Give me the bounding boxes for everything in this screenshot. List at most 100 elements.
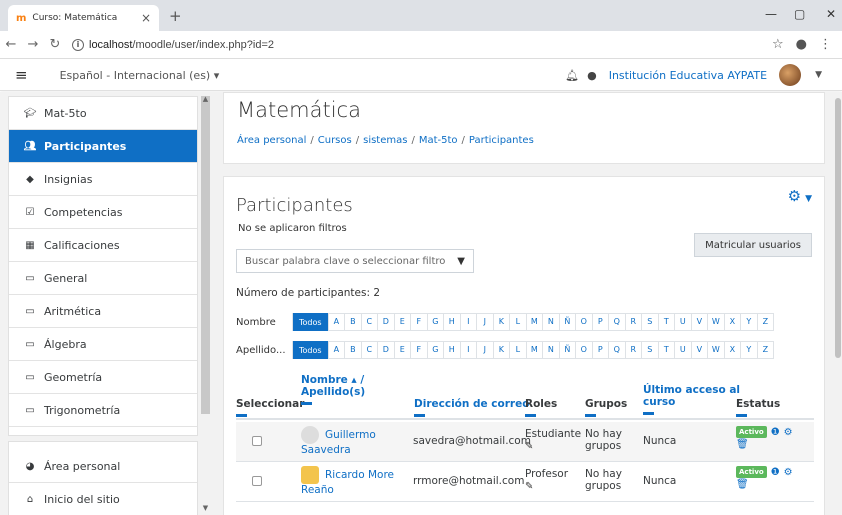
filter-letter[interactable]: N [542, 313, 559, 331]
filter-letter[interactable]: V [690, 313, 708, 331]
filter-letter[interactable]: I [459, 313, 477, 331]
search-filter-select[interactable]: Buscar palabra clave o seleccionar filtr… [236, 249, 474, 273]
sidebar-item-3[interactable]: ☑ Competencias [9, 196, 197, 229]
sidebar-bottom-item-1[interactable]: ⌂ Inicio del sitio [9, 483, 197, 515]
filter-letter[interactable]: V [690, 341, 708, 359]
filter-letter[interactable]: F [410, 341, 427, 359]
filter-letter[interactable]: S [641, 341, 658, 359]
filter-all-button[interactable]: Todos [293, 341, 328, 359]
breadcrumb-link[interactable]: Mat-5to [419, 135, 458, 146]
filter-letter[interactable]: H [443, 341, 460, 359]
filter-letter[interactable]: Y [740, 341, 757, 359]
profile-icon[interactable]: ● [796, 37, 807, 52]
filter-letter[interactable]: L [509, 341, 526, 359]
minimize-icon[interactable]: — [765, 7, 777, 21]
filter-letter[interactable]: X [723, 341, 741, 359]
filter-letter[interactable]: L [509, 313, 526, 331]
filter-letter[interactable]: G [426, 341, 444, 359]
filter-letter[interactable]: F [410, 313, 427, 331]
filter-letter[interactable]: P [591, 313, 609, 331]
filter-letter[interactable]: B [344, 341, 361, 359]
language-selector[interactable]: Español - Internacional (es) ▾ [60, 69, 220, 82]
filter-letter[interactable]: B [344, 313, 361, 331]
close-window-icon[interactable]: ✕ [826, 7, 836, 21]
bookmark-star-icon[interactable]: ☆ [772, 37, 784, 52]
chevron-down-icon[interactable]: ▼ [815, 70, 822, 80]
col-email[interactable]: Dirección de correo [414, 398, 529, 417]
filter-letter[interactable]: X [723, 313, 741, 331]
menu-kebab-icon[interactable]: ⋮ [819, 37, 832, 52]
sidebar-item-7[interactable]: ▭ Álgebra [9, 328, 197, 361]
hamburger-menu-icon[interactable]: ≡ [15, 66, 28, 84]
breadcrumb-link[interactable]: Participantes [469, 135, 534, 146]
pencil-icon[interactable]: ✎ [525, 441, 533, 452]
filter-letter[interactable]: W [707, 313, 724, 331]
breadcrumb-link[interactable]: sistemas [363, 135, 407, 146]
filter-letter[interactable]: U [674, 341, 691, 359]
filter-letter[interactable]: P [591, 341, 609, 359]
trash-icon[interactable]: 🗑︎ [736, 479, 749, 490]
filter-letter[interactable]: J [476, 313, 493, 331]
filter-letter[interactable]: N [542, 341, 559, 359]
maximize-icon[interactable]: ▢ [794, 7, 805, 21]
browser-tab[interactable]: m Curso: Matemática × [8, 5, 159, 31]
filter-letter[interactable]: A [327, 313, 345, 331]
sidebar-item-6[interactable]: ▭ Aritmética [9, 295, 197, 328]
row-checkbox[interactable] [252, 436, 262, 446]
filter-letter[interactable]: R [624, 341, 642, 359]
sidebar-scrollbar[interactable] [201, 96, 210, 414]
filter-letter[interactable]: Q [608, 341, 625, 359]
filter-letter[interactable]: A [327, 341, 345, 359]
sidebar-item-8[interactable]: ▭ Geometría [9, 361, 197, 394]
reload-icon[interactable]: ↻ [44, 37, 66, 52]
info-icon[interactable]: ❶ [771, 427, 780, 438]
breadcrumb-link[interactable]: Cursos [318, 135, 352, 146]
user-name-cell[interactable]: Ricardo More Reaño [301, 466, 394, 496]
new-tab-icon[interactable]: + [169, 7, 182, 25]
col-name[interactable]: Nombre ▴ / Apellido(s) [301, 374, 365, 405]
sidebar-item-9[interactable]: ▭ Trigonometría [9, 394, 197, 427]
page-scrollbar-thumb[interactable] [835, 98, 841, 358]
filter-letter[interactable]: C [360, 341, 378, 359]
gear-icon[interactable]: ⚙ [784, 427, 793, 438]
filter-letter[interactable]: G [426, 313, 444, 331]
filter-letter[interactable]: I [459, 341, 477, 359]
filter-letter[interactable]: U [674, 313, 691, 331]
filter-letter[interactable]: D [377, 341, 394, 359]
filter-letter[interactable]: M [525, 341, 543, 359]
message-icon[interactable]: ● [587, 69, 597, 82]
gear-icon[interactable]: ⚙ ▼ [788, 187, 812, 205]
url-field[interactable]: i localhost/moodle/user/index.php?id=2 [72, 38, 772, 51]
enrol-users-button[interactable]: Matricular usuarios [694, 233, 812, 257]
sidebar-bottom-item-0[interactable]: ◕ Área personal [9, 450, 197, 483]
filter-letter[interactable]: D [377, 313, 394, 331]
filter-letter[interactable]: Q [608, 313, 625, 331]
filter-letter[interactable]: Z [756, 313, 774, 331]
gear-icon[interactable]: ⚙ [784, 467, 793, 478]
avatar[interactable] [779, 64, 802, 86]
sidebar-item-2[interactable]: ◆ Insignias [9, 163, 197, 196]
close-tab-icon[interactable]: × [141, 11, 151, 25]
back-icon[interactable]: ← [0, 37, 22, 52]
filter-letter[interactable]: M [525, 313, 543, 331]
sidebar-item-1[interactable]: 👥︎ Participantes [9, 130, 197, 163]
filter-letter[interactable]: J [476, 341, 493, 359]
sidebar-item-5[interactable]: ▭ General [9, 262, 197, 295]
user-name-cell[interactable]: Guillermo Saavedra [301, 426, 376, 456]
pencil-icon[interactable]: ✎ [525, 481, 533, 492]
forward-icon[interactable]: → [22, 37, 44, 52]
filter-letter[interactable]: H [443, 313, 460, 331]
filter-letter[interactable]: R [624, 313, 642, 331]
filter-letter[interactable]: Z [756, 341, 774, 359]
col-last-access[interactable]: Último acceso al curso [643, 384, 740, 415]
filter-letter[interactable]: Y [740, 313, 757, 331]
scroll-up-icon[interactable]: ▲ [201, 95, 210, 103]
bell-icon[interactable]: 🔔︎ [565, 69, 579, 82]
filter-all-button[interactable]: Todos [293, 313, 328, 331]
info-icon[interactable]: i [72, 38, 84, 51]
filter-letter[interactable]: Ñ [558, 341, 576, 359]
filter-letter[interactable]: Ñ [558, 313, 576, 331]
row-checkbox[interactable] [252, 476, 262, 486]
trash-icon[interactable]: 🗑︎ [736, 439, 749, 450]
breadcrumb-link[interactable]: Área personal [237, 135, 306, 146]
